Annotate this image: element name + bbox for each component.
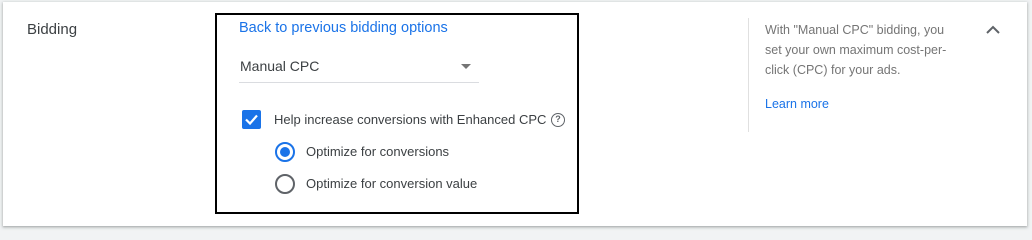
section-title: Bidding (27, 21, 78, 38)
help-text: With "Manual CPC" bidding, you set your … (765, 23, 947, 77)
bidding-strategy-value: Manual CPC (240, 58, 320, 74)
check-icon (245, 114, 258, 126)
enhanced-cpc-checkbox[interactable] (242, 110, 261, 129)
enhanced-cpc-label: Help increase conversions with Enhanced … (274, 112, 547, 127)
optimize-conversion-value-label: Optimize for conversion value (306, 176, 478, 191)
learn-more-link[interactable]: Learn more (765, 97, 829, 111)
help-circle-icon[interactable]: ? (551, 113, 565, 127)
chevron-up-icon[interactable] (983, 22, 1003, 38)
optimize-conversions-radio[interactable] (275, 142, 295, 162)
dropdown-caret-icon (461, 64, 471, 69)
optimize-conversions-label: Optimize for conversions (306, 144, 450, 159)
optimize-conversion-value-radio[interactable] (275, 174, 295, 194)
bidding-strategy-select[interactable]: Manual CPC (239, 50, 479, 83)
back-to-bidding-options-link[interactable]: Back to previous bidding options (239, 20, 448, 36)
bidding-settings-card: Bidding Back to previous bidding options… (3, 2, 1027, 226)
help-panel-divider (748, 18, 749, 132)
